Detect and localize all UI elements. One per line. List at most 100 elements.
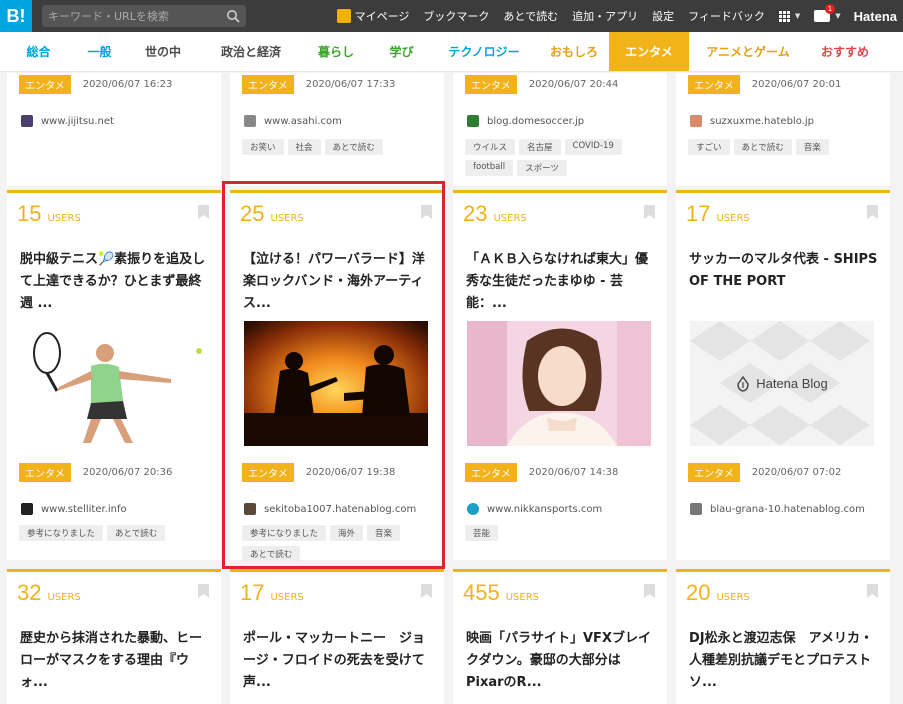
users-count[interactable]: 25 USERS xyxy=(240,201,304,227)
category-label[interactable]: エンタメ xyxy=(688,75,740,94)
tag-chip[interactable]: ウイルス xyxy=(465,139,516,155)
category-tab[interactable]: 一般 xyxy=(77,32,122,71)
tag-chip[interactable]: あとで読む xyxy=(242,546,301,562)
entry-card[interactable]: 455 USERS 映画「パラサイト」VFXブレイクダウン。豪邸の大部分はPixa… xyxy=(453,569,667,704)
entry-site[interactable]: www.asahi.com xyxy=(244,115,342,127)
entry-site[interactable]: www.nikkansports.com xyxy=(467,503,602,515)
apps-menu-button[interactable]: ▼ xyxy=(772,10,807,22)
bookmark-icon[interactable] xyxy=(867,584,878,598)
entry-card[interactable]: エンタメ 2020/06/07 17:33 www.asahi.com お笑い 社… xyxy=(230,73,444,186)
bookmark-icon[interactable] xyxy=(198,205,209,219)
tag-chip[interactable]: football xyxy=(465,160,514,176)
bookmark-link[interactable]: ブックマーク xyxy=(416,8,496,24)
entry-title[interactable]: ポール・マッカートニー ジョージ・フロイドの死去を受けて声... xyxy=(243,628,433,694)
entry-card[interactable]: 32 USERS 歴史から抹消された暴動、ヒーローがマスクをする理由『ウォ... xyxy=(7,569,221,704)
category-tab[interactable]: 政治と経済 xyxy=(204,32,298,71)
entry-card[interactable]: 17 USERS ポール・マッカートニー ジョージ・フロイドの死去を受けて声... xyxy=(230,569,444,704)
category-tab[interactable]: 総合 xyxy=(0,32,77,71)
hatena-bookmark-logo[interactable]: B! xyxy=(0,0,32,32)
category-label[interactable]: エンタメ xyxy=(19,463,71,482)
bookmark-icon[interactable] xyxy=(198,584,209,598)
entry-thumbnail[interactable]: Hatena Blog xyxy=(690,321,874,446)
entry-card[interactable]: 23 USERS 「ＡＫＢ入らなければ東大」優秀な生徒だったまゆゆ - 芸能：..… xyxy=(453,190,667,560)
users-count[interactable]: 32 USERS xyxy=(17,580,81,606)
settings-link[interactable]: 設定 xyxy=(645,8,681,24)
tag-chip[interactable]: 名古屋 xyxy=(519,139,561,155)
entry-title[interactable]: 歴史から抹消された暴動、ヒーローがマスクをする理由『ウォ... xyxy=(20,628,210,694)
category-tab-active[interactable]: エンタメ xyxy=(609,32,689,71)
entry-card[interactable]: エンタメ 2020/06/07 16:23 www.jijitsu.net xyxy=(7,73,221,186)
entry-card[interactable]: エンタメ 2020/06/07 20:44 blog.domesoccer.jp … xyxy=(453,73,667,186)
entry-title[interactable]: サッカーのマルタ代表 - SHIPS OF THE PORT xyxy=(689,249,879,293)
entry-title[interactable]: DJ松永と渡辺志保 アメリカ・人種差別抗議デモとプロテストソ... xyxy=(689,628,879,694)
entry-site[interactable]: suzxuxme.hateblo.jp xyxy=(690,115,814,127)
add-app-link[interactable]: 追加・アプリ xyxy=(565,8,645,24)
entry-site[interactable]: blau-grana-10.hatenablog.com xyxy=(690,503,865,515)
feedback-link[interactable]: フィードバック xyxy=(681,8,772,24)
read-later-link[interactable]: あとで読む xyxy=(496,8,565,24)
mypage-link[interactable]: マイページ xyxy=(330,8,417,24)
search-icon[interactable] xyxy=(226,9,240,23)
tag-chip[interactable]: スポーツ xyxy=(517,160,567,176)
entry-card[interactable]: 20 USERS DJ松永と渡辺志保 アメリカ・人種差別抗議デモとプロテストソ..… xyxy=(676,569,890,704)
users-count[interactable]: 23 USERS xyxy=(463,201,527,227)
notifications-button[interactable]: 1 ▼ xyxy=(807,4,847,22)
category-label[interactable]: エンタメ xyxy=(688,463,740,482)
entry-site[interactable]: sekitoba1007.hatenablog.com xyxy=(244,503,416,515)
user-avatar-icon xyxy=(336,9,351,23)
category-label[interactable]: エンタメ xyxy=(19,75,71,94)
tag-chip[interactable]: 参考になりました xyxy=(242,525,327,541)
thumb-text: Hatena Blog xyxy=(756,376,828,391)
tag-chip[interactable]: すごい xyxy=(688,139,730,155)
tag-chip[interactable]: COVID-19 xyxy=(564,139,622,155)
entry-card[interactable]: エンタメ 2020/06/07 20:01 suzxuxme.hateblo.jp… xyxy=(676,73,890,186)
category-tab[interactable]: おもしろ xyxy=(539,32,609,71)
tag-chip[interactable]: 海外 xyxy=(330,525,364,541)
category-label[interactable]: エンタメ xyxy=(465,463,517,482)
hatena-brand-link[interactable]: Hatena xyxy=(848,9,897,24)
entry-site[interactable]: www.stelliter.info xyxy=(21,503,127,515)
category-label[interactable]: エンタメ xyxy=(242,463,294,482)
users-count[interactable]: 17 USERS xyxy=(686,201,750,227)
entry-meta: エンタメ 2020/06/07 19:38 xyxy=(242,463,395,482)
tag-chip[interactable]: 音楽 xyxy=(367,525,401,541)
tag-chip[interactable]: お笑い xyxy=(242,139,284,155)
tag-chip[interactable]: あとで読む xyxy=(733,139,792,155)
entry-site[interactable]: www.jijitsu.net xyxy=(21,115,114,127)
entry-title[interactable]: 「ＡＫＢ入らなければ東大」優秀な生徒だったまゆゆ - 芸能：... xyxy=(466,249,656,315)
search-input[interactable] xyxy=(48,9,226,23)
entry-title[interactable]: 【泣ける！パワーバラード】洋楽ロックバンド・海外アーティス... xyxy=(243,249,433,315)
category-tab[interactable]: テクノロジー xyxy=(429,32,539,71)
entry-thumbnail[interactable] xyxy=(244,321,428,446)
entry-card[interactable]: 25 USERS 【泣ける！パワーバラード】洋楽ロックバンド・海外アーティス... xyxy=(230,190,444,562)
tag-chip[interactable]: 参考になりました xyxy=(19,525,104,541)
entry-card[interactable]: 15 USERS 脱中級テニス🎾素振りを追及して上達できるか？ひとまず最終週 ..… xyxy=(7,190,221,560)
category-label[interactable]: エンタメ xyxy=(465,75,517,94)
tag-chip[interactable]: 音楽 xyxy=(795,139,829,155)
tag-chip[interactable]: 芸能 xyxy=(465,525,499,541)
users-count[interactable]: 17 USERS xyxy=(240,580,304,606)
tag-chip[interactable]: あとで読む xyxy=(324,139,383,155)
entry-thumbnail[interactable] xyxy=(21,321,205,446)
tag-chip[interactable]: あとで読む xyxy=(107,525,166,541)
category-tab[interactable]: 世の中 xyxy=(122,32,204,71)
entry-thumbnail[interactable] xyxy=(467,321,651,446)
users-count[interactable]: 20 USERS xyxy=(686,580,750,606)
entry-site[interactable]: blog.domesoccer.jp xyxy=(467,115,584,127)
category-tab[interactable]: 学び xyxy=(374,32,429,71)
bookmark-icon[interactable] xyxy=(421,205,432,219)
bookmark-icon[interactable] xyxy=(867,205,878,219)
category-tab[interactable]: アニメとゲーム xyxy=(689,32,807,71)
bookmark-icon[interactable] xyxy=(644,584,655,598)
bookmark-icon[interactable] xyxy=(644,205,655,219)
tag-chip[interactable]: 社会 xyxy=(287,139,321,155)
category-tab[interactable]: 暮らし xyxy=(298,32,374,71)
category-tab[interactable]: おすすめ xyxy=(807,32,883,71)
bookmark-icon[interactable] xyxy=(421,584,432,598)
entry-title[interactable]: 映画「パラサイト」VFXブレイクダウン。豪邸の大部分はPixarのR... xyxy=(466,628,656,694)
entry-title[interactable]: 脱中級テニス🎾素振りを追及して上達できるか？ひとまず最終週 ... xyxy=(20,249,210,315)
users-count[interactable]: 15 USERS xyxy=(17,201,81,227)
category-label[interactable]: エンタメ xyxy=(242,75,294,94)
users-count[interactable]: 455 USERS xyxy=(463,580,539,606)
entry-card[interactable]: 17 USERS サッカーのマルタ代表 - SHIPS OF THE PORT xyxy=(676,190,890,560)
